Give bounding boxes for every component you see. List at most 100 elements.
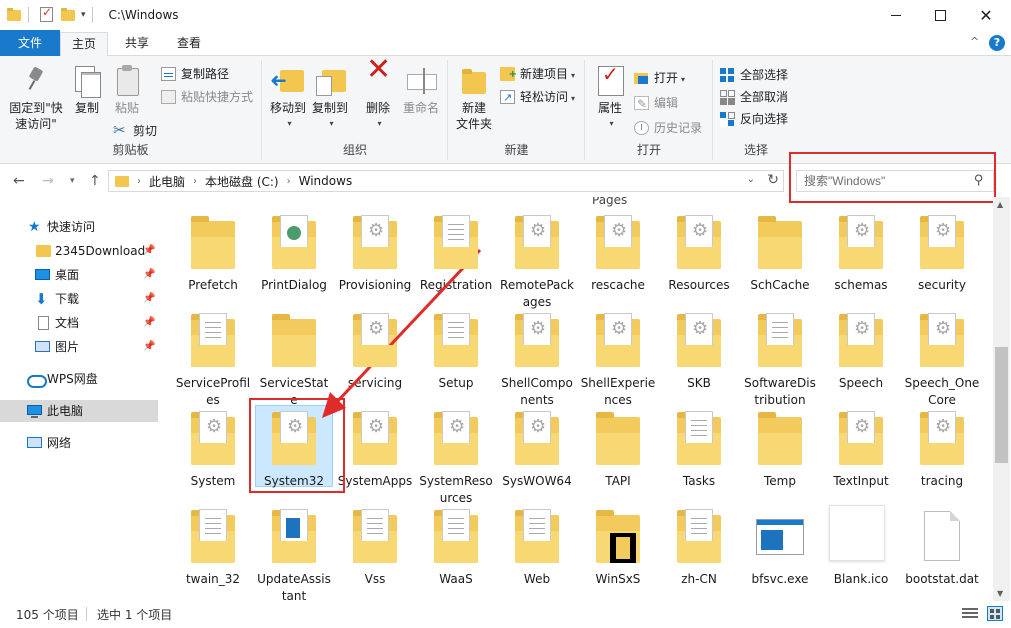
tab-share[interactable]: 共享: [114, 32, 160, 56]
sidebar-item-wps-cloud[interactable]: WPS网盘: [0, 368, 158, 390]
file-item-tapi[interactable]: TAPI: [578, 409, 658, 490]
recent-locations-chevron-icon[interactable]: ▾: [70, 176, 75, 186]
file-item-system[interactable]: System: [173, 409, 253, 490]
file-item-tracing[interactable]: tracing: [902, 409, 982, 490]
scroll-down-icon[interactable]: ▼: [997, 589, 1003, 598]
paste-button[interactable]: 粘贴: [110, 64, 144, 116]
file-item-security[interactable]: security: [902, 213, 982, 294]
sidebar-item-quick-access[interactable]: 快速访问: [0, 216, 158, 238]
file-item-textinput[interactable]: TextInput: [821, 409, 901, 490]
pin-icon[interactable]: 📌: [143, 312, 155, 334]
scrollbar-thumb[interactable]: [995, 347, 1008, 463]
sidebar-item-desktop[interactable]: 桌面 📌: [0, 264, 158, 286]
pin-icon[interactable]: 📌: [143, 264, 155, 286]
file-item-provisioning[interactable]: Provisioning: [335, 213, 415, 294]
address-bar[interactable]: › 此电脑 › 本地磁盘 (C:) › Windows ⌄ ↻: [108, 170, 784, 192]
file-item-web[interactable]: Web: [497, 507, 577, 588]
invert-selection-button[interactable]: 反向选择: [720, 109, 788, 129]
breadcrumb-this-pc[interactable]: 此电脑: [149, 173, 185, 190]
forward-arrow-icon[interactable]: →: [42, 173, 54, 189]
file-item-printdialog[interactable]: PrintDialog: [254, 213, 334, 294]
file-item-servicing[interactable]: servicing: [335, 311, 415, 392]
copy-path-button[interactable]: 复制路径: [161, 64, 229, 84]
file-item-serviceprofiles[interactable]: ServiceProfiles: [173, 311, 253, 409]
file-item-blank-ico[interactable]: Blank.ico: [821, 505, 901, 588]
sidebar-item-network[interactable]: 网络: [0, 432, 158, 454]
address-history-chevron-icon[interactable]: ⌄: [747, 174, 755, 185]
sidebar-item-documents[interactable]: 文档 📌: [0, 312, 158, 334]
file-item-winsxs[interactable]: WinSxS: [578, 507, 658, 588]
file-item-shellcomponents[interactable]: ShellComponents: [497, 311, 577, 409]
large-icons-view-icon[interactable]: [987, 606, 1003, 621]
pin-icon[interactable]: 📌: [143, 240, 155, 262]
vertical-scrollbar[interactable]: ▲ ▼: [993, 197, 1010, 601]
refresh-icon[interactable]: ↻: [767, 172, 779, 188]
file-item-waas[interactable]: WaaS: [416, 507, 496, 588]
scroll-up-icon[interactable]: ▲: [997, 200, 1003, 209]
file-item-remotepackages[interactable]: RemotePackages: [497, 213, 577, 311]
delete-button[interactable]: 删除 ▾: [361, 62, 395, 132]
file-item-temp[interactable]: Temp: [740, 409, 820, 490]
file-item-bootstat-dat[interactable]: bootstat.dat: [902, 507, 982, 588]
new-folder-quick-icon[interactable]: [60, 7, 76, 23]
file-item-tasks[interactable]: Tasks: [659, 409, 739, 490]
file-item-systemapps[interactable]: SystemApps: [335, 409, 415, 490]
sidebar-item-downloads[interactable]: 下载 📌: [0, 288, 158, 310]
open-button[interactable]: 打开 ▾: [634, 68, 685, 88]
file-item-schcache[interactable]: SchCache: [740, 213, 820, 294]
back-arrow-icon[interactable]: ←: [13, 173, 25, 189]
paste-shortcut-button[interactable]: 粘贴快捷方式: [161, 87, 253, 107]
select-none-button[interactable]: 全部取消: [720, 87, 788, 107]
file-item-setup[interactable]: Setup: [416, 311, 496, 392]
file-item-bfsvc-exe[interactable]: bfsvc.exe: [740, 507, 820, 588]
file-item-servicestate[interactable]: ServiceState: [254, 311, 334, 409]
select-all-button[interactable]: 全部选择: [720, 65, 788, 85]
file-item-speech-onecore[interactable]: Speech_OneCore: [902, 311, 982, 409]
file-item-resources[interactable]: Resources: [659, 213, 739, 294]
file-item-twain-32[interactable]: twain_32: [173, 507, 253, 588]
file-item-shellexperiences[interactable]: ShellExperiences: [578, 311, 658, 409]
file-item-updateassistant[interactable]: UpdateAssistant: [254, 507, 334, 601]
edit-button[interactable]: 编辑: [634, 93, 678, 114]
collapse-ribbon-icon[interactable]: ^: [970, 35, 979, 48]
file-item-speech[interactable]: Speech: [821, 311, 901, 392]
properties-button[interactable]: 属性 ▾: [592, 64, 628, 132]
chevron-right-icon[interactable]: ›: [193, 176, 197, 187]
up-arrow-icon[interactable]: ↑: [89, 173, 101, 189]
breadcrumb-local-disk[interactable]: 本地磁盘 (C:): [205, 173, 279, 190]
sidebar-item-this-pc[interactable]: 此电脑: [0, 400, 158, 422]
file-item-rescache[interactable]: rescache: [578, 213, 658, 294]
help-icon[interactable]: ?: [989, 35, 1005, 51]
customize-toolbar-chevron-icon[interactable]: ▾: [81, 10, 86, 20]
easy-access-button[interactable]: 轻松访问▾: [500, 87, 575, 108]
new-item-button[interactable]: 新建项目▾: [500, 64, 575, 85]
chevron-right-icon[interactable]: ›: [137, 176, 141, 187]
copy-button[interactable]: 复制: [70, 64, 104, 116]
properties-quick-icon[interactable]: [38, 5, 54, 23]
tab-file[interactable]: 文件: [0, 30, 60, 56]
file-item-skb[interactable]: SKB: [659, 311, 739, 392]
breadcrumb-windows[interactable]: Windows: [299, 174, 353, 188]
tab-home[interactable]: 主页: [60, 32, 108, 57]
rename-button[interactable]: 重命名: [399, 64, 443, 116]
file-item-registration[interactable]: Registration: [416, 213, 496, 294]
history-button[interactable]: 历史记录: [634, 118, 702, 138]
cut-button[interactable]: 剪切: [113, 120, 157, 141]
file-item-syswow64[interactable]: SysWOW64: [497, 409, 577, 490]
details-view-icon[interactable]: [962, 607, 978, 620]
file-item-prefetch[interactable]: Prefetch: [173, 213, 253, 294]
move-to-button[interactable]: 移动到 ▾: [267, 64, 309, 132]
file-item-softwaredistribution[interactable]: SoftwareDistribution: [740, 311, 820, 409]
maximize-button[interactable]: [917, 0, 963, 30]
sidebar-item-pictures[interactable]: 图片 📌: [0, 336, 158, 358]
file-item-vss[interactable]: Vss: [335, 507, 415, 588]
pin-quick-access-button[interactable]: 固定到"快 速访问": [6, 64, 66, 132]
pin-icon[interactable]: 📌: [143, 288, 155, 310]
new-folder-button[interactable]: 新建 文件夹: [453, 64, 495, 132]
file-item-zh-cn[interactable]: zh-CN: [659, 507, 739, 588]
file-item-systemresources[interactable]: SystemResources: [416, 409, 496, 507]
chevron-right-icon[interactable]: ›: [287, 176, 291, 187]
sidebar-item-2345download[interactable]: 2345Download 📌: [0, 240, 158, 262]
minimize-button[interactable]: [873, 0, 919, 30]
tab-view[interactable]: 查看: [166, 32, 212, 56]
